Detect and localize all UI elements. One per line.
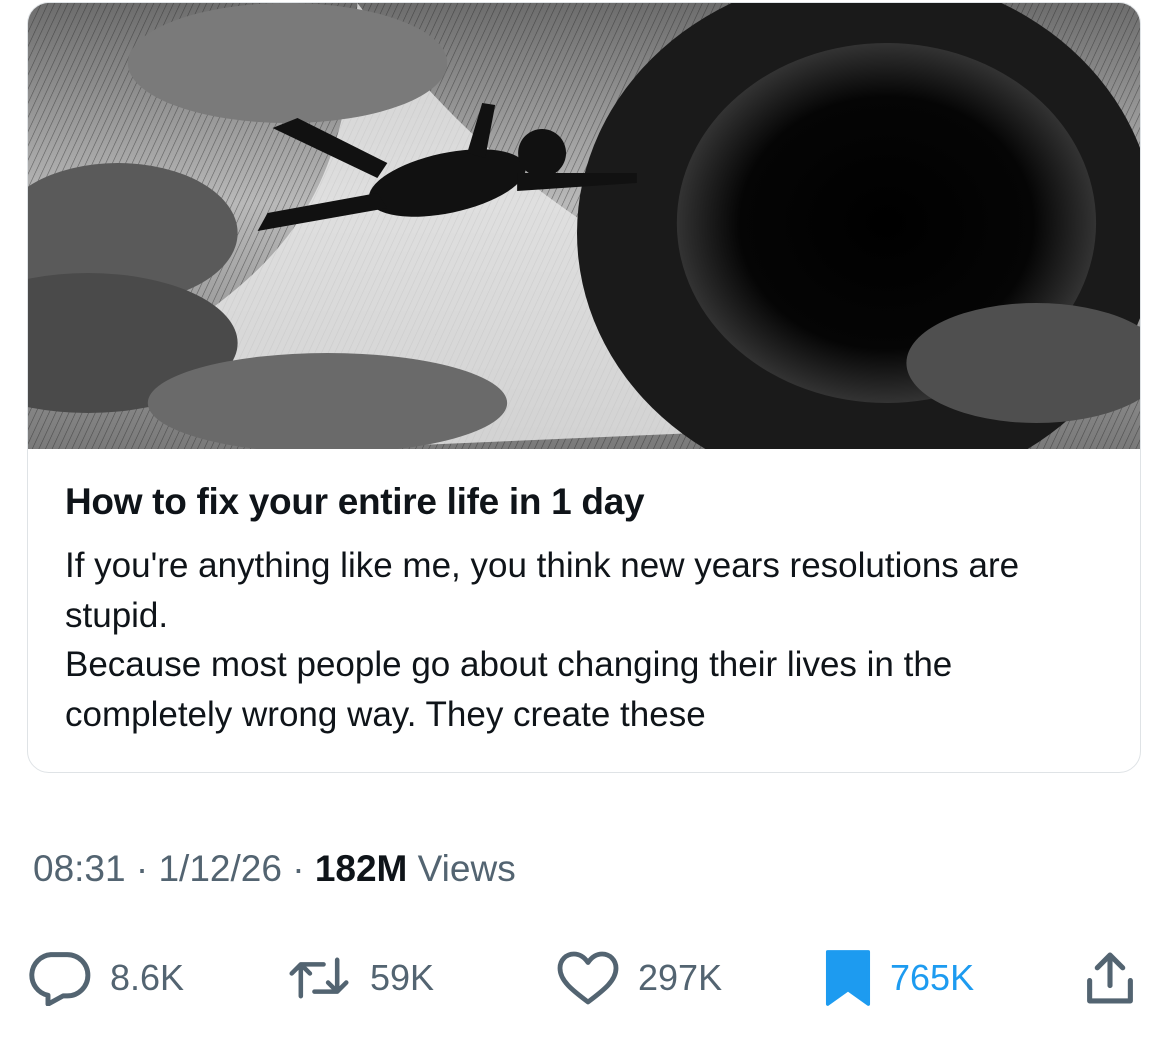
reply-button[interactable]: 8.6K [26, 938, 184, 1018]
repost-icon [289, 957, 349, 999]
reply-icon [29, 952, 91, 1006]
reply-count: 8.6K [110, 957, 185, 998]
like-icon [557, 951, 619, 1005]
views-count: 182M [314, 848, 408, 889]
post-date[interactable]: 1/12/26 [158, 848, 281, 889]
share-button[interactable] [1084, 938, 1136, 1018]
article-title[interactable]: How to fix your entire life in 1 day [65, 481, 645, 523]
article-cover-image [28, 3, 1140, 449]
views-label: Views [417, 848, 516, 889]
bookmark-icon [825, 950, 871, 1006]
meta-separator: · [135, 848, 149, 889]
repost-count: 59K [370, 957, 435, 998]
post-metadata: 08:31 · 1/12/26 · 182M Views [33, 848, 516, 890]
like-count: 297K [638, 957, 723, 998]
meta-separator: · [292, 848, 305, 889]
repost-button[interactable]: 59K [286, 938, 434, 1018]
article-preview-text: If you're anything like me, you think ne… [65, 546, 1020, 734]
bookmark-count: 765K [890, 957, 975, 998]
like-button[interactable]: 297K [556, 938, 722, 1018]
cover-illustration [28, 3, 1140, 449]
bookmark-button[interactable]: 765K [824, 938, 974, 1018]
post-time: 08:31 [33, 848, 126, 889]
share-icon [1087, 952, 1133, 1004]
action-bar: 8.6K 59K 297K 765K [0, 938, 1170, 1018]
article-card[interactable]: How to fix your entire life in 1 day If … [27, 2, 1141, 773]
